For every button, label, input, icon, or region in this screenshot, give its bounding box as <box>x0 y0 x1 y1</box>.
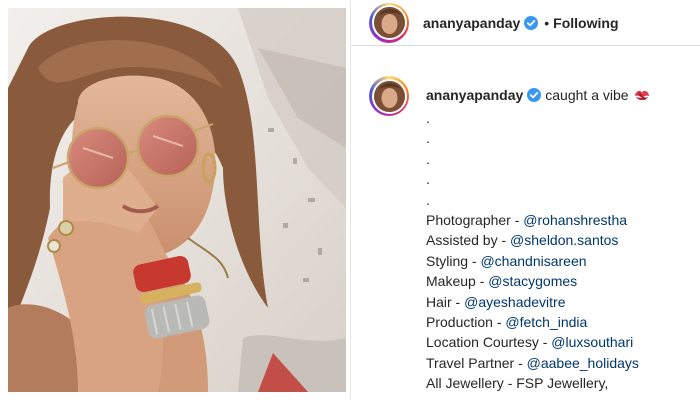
following-button[interactable]: Following <box>553 15 618 31</box>
mention-link[interactable]: @ayeshadevitre <box>464 294 565 310</box>
caption-dot-line: . <box>426 171 430 188</box>
caption-section: ananyapanday caught a vibe . . . . . Pho… <box>351 46 700 400</box>
caption-username[interactable]: ananyapanday <box>426 87 523 103</box>
caption-dot-line: . <box>426 191 430 208</box>
credit-line-location: Location Courtesy - @luxsouthari <box>426 332 696 352</box>
post-photo-image <box>8 8 346 392</box>
post-photo[interactable] <box>8 8 346 392</box>
credit-label: Makeup - <box>426 273 489 290</box>
credit-label: Location Courtesy - <box>426 334 552 351</box>
header-avatar[interactable] <box>369 2 409 43</box>
avatar-image <box>373 7 405 38</box>
verified-badge-icon <box>524 15 539 30</box>
credit-label: All Jewellery - FSP Jewellery, <box>426 375 609 392</box>
caption-text: caught a vibe <box>545 87 629 103</box>
post-header: ananyapanday • Following <box>351 0 700 46</box>
credit-label: Production - <box>426 313 506 330</box>
header-separator: • <box>544 14 550 31</box>
credit-label: Hair - <box>426 293 465 310</box>
credit-line-travel-partner: Travel Partner - @aabee_holidays <box>426 353 696 373</box>
avatar-image <box>373 80 405 112</box>
mention-link[interactable]: @sheldon.santos <box>510 232 618 248</box>
credit-label: Photographer - <box>426 211 524 228</box>
credit-line-photographer: Photographer - @rohanshrestha <box>426 210 696 230</box>
credit-label: Assisted by - <box>426 232 511 249</box>
credit-line-production: Production - @fetch_india <box>426 312 696 332</box>
mention-link[interactable]: @aabee_holidays <box>527 355 639 371</box>
mention-link[interactable]: @rohanshrestha <box>523 212 627 228</box>
caption-avatar[interactable] <box>369 76 409 116</box>
credit-label: Styling - <box>426 252 481 269</box>
credit-line-makeup: Makeup - @stacygomes <box>426 271 696 291</box>
mention-link[interactable]: @luxsouthari <box>551 334 633 350</box>
caption-header: ananyapanday caught a vibe <box>426 87 651 103</box>
mention-link[interactable]: @chandnisareen <box>480 253 586 269</box>
credit-line-jewellery: All Jewellery - FSP Jewellery, <box>426 373 696 393</box>
credit-line-assisted-by: Assisted by - @sheldon.santos <box>426 230 696 250</box>
credit-label: Travel Partner - <box>426 354 527 371</box>
caption-dot-line: . <box>426 110 430 126</box>
verified-badge-icon <box>527 88 542 102</box>
caption-body: . . . . . Photographer - @rohanshrestha … <box>426 108 696 393</box>
credit-line-hair: Hair - @ayeshadevitre <box>426 292 696 312</box>
credit-line-styling: Styling - @chandnisareen <box>426 251 696 271</box>
mention-link[interactable]: @fetch_india <box>505 314 587 330</box>
header-username[interactable]: ananyapanday <box>423 15 520 31</box>
caption-dot-line: . <box>426 150 430 167</box>
lipstick-kiss-icon <box>634 90 649 101</box>
caption-dot-line: . <box>426 130 430 147</box>
mention-link[interactable]: @stacygomes <box>488 273 577 289</box>
